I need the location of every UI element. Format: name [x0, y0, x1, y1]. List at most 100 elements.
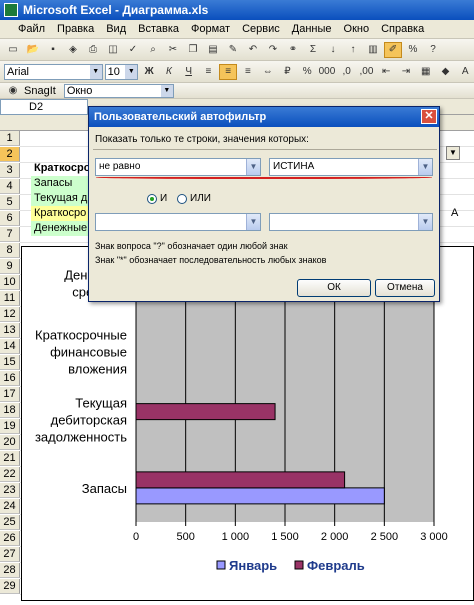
align-right-icon[interactable]: ≡ — [239, 64, 257, 80]
row-header-20[interactable]: 20 — [0, 435, 20, 450]
row-header-14[interactable]: 14 — [0, 339, 20, 354]
hyperlink-icon[interactable]: ⚭ — [284, 42, 302, 58]
row-header-28[interactable]: 28 — [0, 563, 20, 578]
row-header-9[interactable]: 9 — [0, 259, 20, 274]
menu-tools[interactable]: Сервис — [236, 23, 286, 35]
decrease-indent-icon[interactable]: ⇤ — [377, 64, 395, 80]
row-header-21[interactable]: 21 — [0, 451, 20, 466]
sort-desc-icon[interactable]: ↑ — [344, 42, 362, 58]
spelling-icon[interactable]: ✓ — [124, 42, 142, 58]
font-color-icon[interactable]: A — [456, 64, 474, 80]
open-folder-icon[interactable]: 📂 — [24, 42, 42, 58]
close-icon[interactable]: ✕ — [421, 109, 437, 124]
row-header-8[interactable]: 8 — [0, 243, 20, 258]
merge-center-icon[interactable]: ⇔ — [259, 64, 277, 80]
format-painter-icon[interactable]: ✎ — [224, 42, 242, 58]
or-radio[interactable]: ИЛИ — [177, 193, 211, 204]
row-header-17[interactable]: 17 — [0, 387, 20, 402]
undo-icon[interactable]: ↶ — [244, 42, 262, 58]
row-header-6[interactable]: 6 — [0, 211, 20, 226]
cell-b5[interactable]: Текущая д — [31, 191, 89, 206]
new-file-icon[interactable]: ▭ — [4, 42, 22, 58]
row-header-10[interactable]: 10 — [0, 275, 20, 290]
row-header-16[interactable]: 16 — [0, 371, 20, 386]
value-2-select[interactable]: ▼ — [269, 213, 433, 231]
snagit-mode-select[interactable]: Окно ▼ — [63, 83, 174, 98]
row-header-19[interactable]: 19 — [0, 419, 20, 434]
sort-asc-icon[interactable]: ↓ — [324, 42, 342, 58]
cell-b6[interactable]: Краткосро — [31, 206, 89, 221]
cell-b4[interactable]: Запасы — [31, 176, 89, 191]
increase-indent-icon[interactable]: ⇥ — [397, 64, 415, 80]
cell-b7[interactable]: Денежные — [31, 221, 89, 236]
ok-button[interactable]: ОК — [297, 279, 371, 297]
row-header-1[interactable]: 1 — [0, 131, 20, 146]
menu-insert[interactable]: Вставка — [132, 23, 185, 35]
row-header-25[interactable]: 25 — [0, 515, 20, 530]
row-header-23[interactable]: 23 — [0, 483, 20, 498]
row-header-27[interactable]: 27 — [0, 547, 20, 562]
category-label: Запасы — [82, 481, 127, 496]
snagit-label[interactable]: SnagIt — [24, 85, 56, 97]
currency-icon[interactable]: ₽ — [279, 64, 297, 80]
row-header-13[interactable]: 13 — [0, 323, 20, 338]
row-header-2[interactable]: 2 — [0, 147, 20, 162]
cancel-button[interactable]: Отмена — [375, 279, 435, 297]
font-name-select[interactable]: Arial ▼ — [4, 63, 103, 80]
and-radio[interactable]: И — [147, 193, 167, 204]
save-icon[interactable]: ▪ — [44, 42, 62, 58]
help-icon[interactable]: ? — [424, 42, 442, 58]
menu-window[interactable]: Окно — [338, 23, 376, 35]
value-1-select[interactable]: ИСТИНА ▼ — [269, 158, 433, 176]
menu-help[interactable]: Справка — [375, 23, 430, 35]
menu-format[interactable]: Формат — [185, 23, 236, 35]
percent-icon[interactable]: % — [298, 64, 316, 80]
row-header-12[interactable]: 12 — [0, 307, 20, 322]
row-header-22[interactable]: 22 — [0, 467, 20, 482]
paste-icon[interactable]: ▤ — [204, 42, 222, 58]
menu-view[interactable]: Вид — [100, 23, 132, 35]
research-icon[interactable]: ⌕ — [144, 42, 162, 58]
underline-icon[interactable]: Ч — [180, 64, 198, 80]
menu-edit[interactable]: Правка — [51, 23, 100, 35]
row-header-11[interactable]: 11 — [0, 291, 20, 306]
fill-color-icon[interactable]: ◆ — [437, 64, 455, 80]
operator-2-select[interactable]: ▼ — [95, 213, 261, 231]
italic-icon[interactable]: К — [160, 64, 178, 80]
preview-icon[interactable]: ◫ — [104, 42, 122, 58]
autofilter-dropdown-icon[interactable]: ▼ — [446, 146, 460, 160]
chart-wizard-icon[interactable]: ▥ — [364, 42, 382, 58]
row-header-18[interactable]: 18 — [0, 403, 20, 418]
row-header-7[interactable]: 7 — [0, 227, 20, 242]
decrease-decimal-icon[interactable]: ,00 — [358, 64, 376, 80]
autosum-icon[interactable]: Σ — [304, 42, 322, 58]
increase-decimal-icon[interactable]: ,0 — [338, 64, 356, 80]
name-box[interactable]: D2 — [0, 99, 88, 115]
bold-icon[interactable]: Ж — [140, 64, 158, 80]
borders-icon[interactable]: ▦ — [417, 64, 435, 80]
snagit-icon[interactable]: ◉ — [4, 83, 22, 99]
row-header-4[interactable]: 4 — [0, 179, 20, 194]
font-size-select[interactable]: 10 ▼ — [104, 63, 139, 80]
permission-icon[interactable]: ◈ — [64, 42, 82, 58]
redo-icon[interactable]: ↷ — [264, 42, 282, 58]
menu-file[interactable]: Файл — [6, 23, 51, 35]
row-header-26[interactable]: 26 — [0, 531, 20, 546]
print-icon[interactable]: ⎙ — [84, 42, 102, 58]
cut-icon[interactable]: ✂ — [164, 42, 182, 58]
menu-data[interactable]: Данные — [286, 23, 338, 35]
row-header-3[interactable]: 3 — [0, 163, 20, 178]
row-header-29[interactable]: 29 — [0, 579, 20, 594]
cell-b3[interactable]: Краткосроч — [31, 161, 89, 176]
row-header-24[interactable]: 24 — [0, 499, 20, 514]
align-center-icon[interactable]: ≡ — [219, 63, 238, 80]
operator-1-select[interactable]: не равно ▼ — [95, 158, 261, 176]
zoom-icon[interactable]: % — [404, 42, 422, 58]
cell-g6[interactable]: А — [448, 206, 468, 221]
drawing-icon[interactable]: ✐ — [384, 41, 402, 58]
row-header-5[interactable]: 5 — [0, 195, 20, 210]
copy-icon[interactable]: ❐ — [184, 42, 202, 58]
thousands-icon[interactable]: 000 — [318, 64, 336, 80]
row-header-15[interactable]: 15 — [0, 355, 20, 370]
align-left-icon[interactable]: ≡ — [200, 64, 218, 80]
